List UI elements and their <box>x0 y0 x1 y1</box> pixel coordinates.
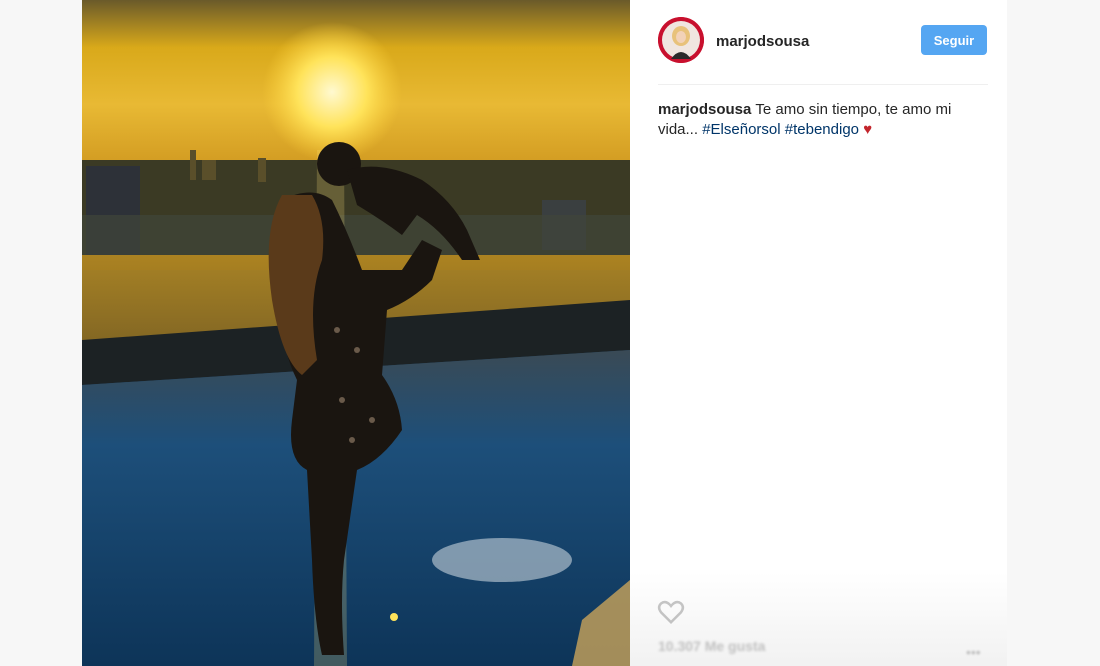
post-actions: 10.307 Me gusta ••• <box>630 572 1007 666</box>
post-photo[interactable] <box>82 0 630 666</box>
instagram-post: marjodsousa Seguir marjodsousa Te amo sin… <box>82 0 1007 666</box>
more-options-icon[interactable]: ••• <box>966 644 981 660</box>
avatar[interactable] <box>658 17 704 63</box>
heart-outline-icon[interactable] <box>656 596 686 626</box>
caption-username[interactable]: marjodsousa <box>658 101 751 118</box>
post-header: marjodsousa Seguir <box>658 17 988 65</box>
follow-button[interactable]: Seguir <box>921 25 987 55</box>
avatar-image <box>658 17 704 63</box>
photo-illustration <box>82 0 630 666</box>
likes-count[interactable]: 10.307 Me gusta <box>658 638 765 654</box>
hashtag-link[interactable]: #tebendigo <box>785 121 859 138</box>
username-link[interactable]: marjodsousa <box>716 33 809 50</box>
hashtag-link[interactable]: #Elseñorsol <box>702 121 780 138</box>
red-heart-icon: ♥ <box>863 121 873 138</box>
post-sidebar: marjodsousa Seguir marjodsousa Te amo sin… <box>630 0 1007 666</box>
post-caption: marjodsousa Te amo sin tiempo, te amo mi … <box>658 100 988 140</box>
divider <box>658 84 988 85</box>
